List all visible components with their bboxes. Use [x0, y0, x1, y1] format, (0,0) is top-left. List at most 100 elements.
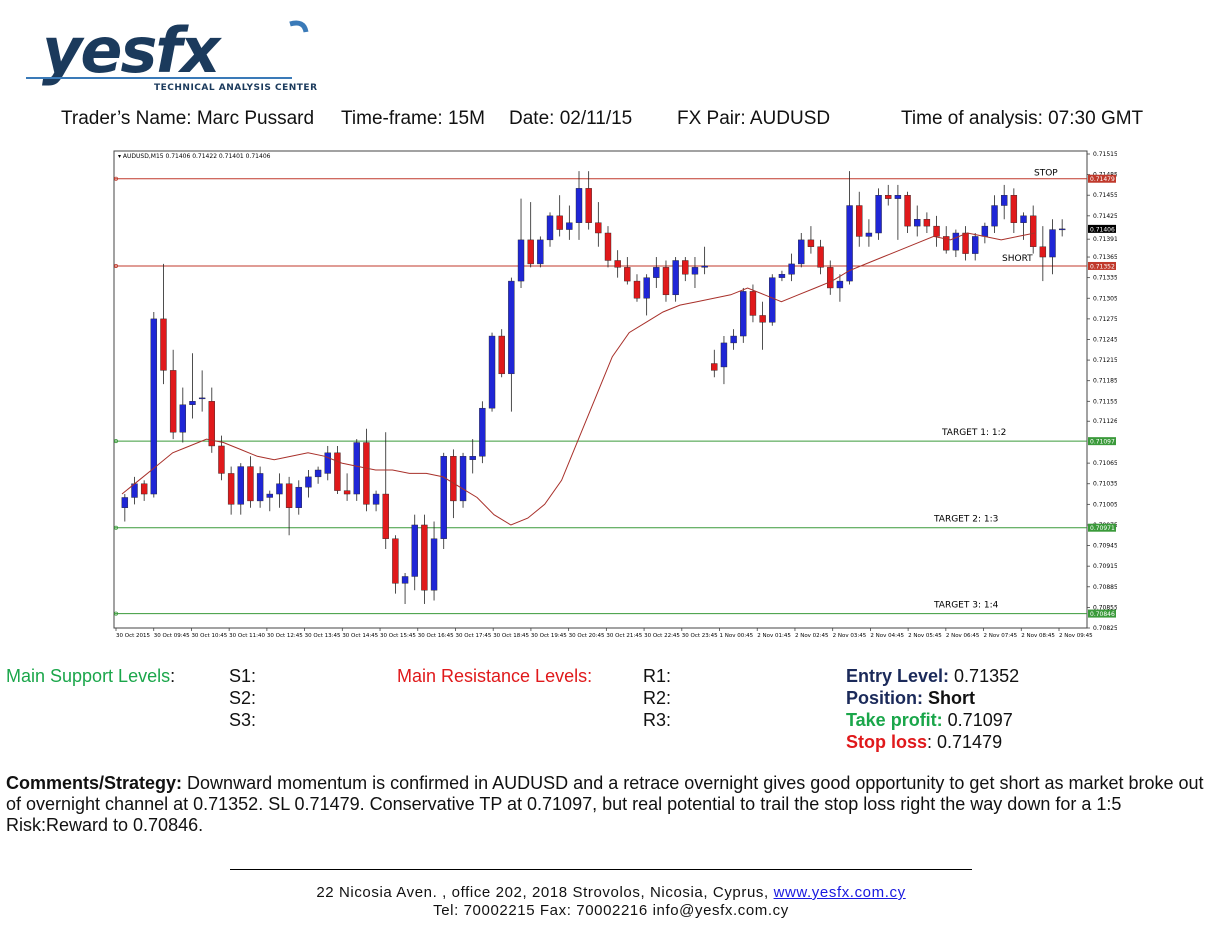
footer-contact: Tel: 70002215 Fax: 70002216 info@yesfx.c… — [433, 902, 789, 919]
candle-body — [314, 469, 322, 478]
candle-body — [875, 195, 882, 234]
y-tick-label: 0.71245 — [1093, 336, 1117, 343]
support-label: Main Support Levels — [6, 666, 171, 686]
y-tick-label: 0.71215 — [1093, 357, 1117, 364]
analysis-date: Date: 02/11/15 — [509, 108, 633, 129]
candle-body — [865, 232, 873, 237]
candle-body — [585, 188, 592, 223]
candle-body — [653, 267, 660, 278]
x-tick-label: 2 Nov 04:45 — [870, 633, 904, 639]
comments-strategy: Comments/Strategy: Downward momentum is … — [6, 773, 1220, 836]
candle-body — [643, 277, 650, 299]
x-tick-label: 2 Nov 07:45 — [984, 633, 1018, 639]
s3-label: S3: — [229, 710, 257, 730]
y-tick-label: 0.71425 — [1093, 213, 1117, 220]
take-profit: Take profit: 0.71097 — [846, 710, 1013, 731]
candle-body — [682, 260, 689, 275]
candle-body — [575, 188, 583, 223]
candle-body — [537, 239, 544, 265]
footer: 22 Nicosia Aven. , office 202, 2018 Stro… — [0, 884, 1222, 920]
candle-body — [140, 483, 148, 495]
r1-label: R1: — [643, 666, 672, 686]
x-tick-label: 30 Oct 09:45 — [154, 633, 190, 639]
candle-body — [1000, 195, 1008, 206]
entry-value: 0.71352 — [949, 666, 1020, 686]
candle-body — [923, 219, 931, 227]
candle-body — [227, 473, 235, 505]
candle-body — [856, 205, 863, 237]
candle-body — [827, 267, 834, 289]
candle-body — [247, 466, 254, 502]
candle-body — [972, 236, 979, 254]
candle-body — [633, 280, 641, 299]
entry-label: Entry Level: — [846, 666, 950, 686]
x-tick-label: 30 Oct 18:45 — [493, 633, 529, 639]
level-label: TARGET 1: 1:2 — [941, 428, 1006, 438]
support-heading: Main Support Levels: — [6, 666, 175, 687]
x-tick-label: 30 Oct 23:45 — [682, 633, 718, 639]
y-tick-label: 0.71065 — [1093, 460, 1117, 467]
candle-body — [1029, 215, 1037, 247]
entry-level: Entry Level: 0.71352 — [846, 666, 1019, 687]
candle-body — [981, 225, 989, 237]
fx-pair: FX Pair: AUDUSD — [677, 108, 831, 129]
candle-body — [614, 260, 621, 268]
y-tick-label: 0.71035 — [1093, 481, 1117, 488]
x-tick-label: 1 Nov 00:45 — [720, 633, 754, 639]
candle-body — [672, 260, 679, 296]
candle-body — [788, 263, 795, 275]
candle-body — [962, 232, 969, 254]
website-link[interactable]: www.yesfx.com.cy — [774, 884, 906, 901]
candle-body — [662, 267, 670, 296]
y-tick-label: 0.71126 — [1093, 418, 1117, 425]
candlestick-chart: ▾ AUDUSD,M15 0.71406 0.71422 0.71401 0.7… — [113, 150, 1117, 639]
candle-body — [759, 315, 766, 323]
symbol-header: ▾ AUDUSD,M15 0.71406 0.71422 0.71401 0.7… — [118, 153, 271, 160]
logo-swoosh — [289, 20, 309, 33]
candle-body — [546, 215, 554, 241]
candle-body — [556, 215, 563, 230]
candle-body — [169, 370, 177, 433]
candle-body — [749, 291, 757, 316]
candle-body — [933, 225, 940, 237]
y-tick-label: 0.70945 — [1093, 543, 1117, 550]
x-tick-label: 30 Oct 15:45 — [380, 633, 416, 639]
x-tick-label: 30 Oct 21:45 — [606, 633, 642, 639]
candle-body — [479, 407, 486, 457]
comments-label: Comments/Strategy: — [6, 773, 183, 793]
level-price-tag-text: 0.71479 — [1090, 176, 1115, 183]
x-tick-label: 30 Oct 2015 — [116, 633, 151, 639]
y-tick-label: 0.71335 — [1093, 275, 1117, 282]
x-tick-label: 30 Oct 13:45 — [305, 633, 341, 639]
y-tick-label: 0.70915 — [1093, 563, 1117, 570]
y-tick-label: 0.71275 — [1093, 316, 1117, 323]
candle-body — [459, 456, 467, 502]
position-value: Short — [923, 688, 975, 708]
candle-body — [1010, 195, 1018, 223]
y-tick-label: 0.71305 — [1093, 295, 1117, 302]
stop-loss: Stop loss: 0.71479 — [846, 732, 1002, 753]
x-tick-label: 30 Oct 10:45 — [191, 633, 227, 639]
candle-body — [324, 452, 331, 474]
x-tick-label: 30 Oct 17:45 — [455, 633, 491, 639]
trader-name: Trader’s Name: Marc Pussard — [61, 108, 315, 129]
candle-body — [198, 397, 206, 400]
candle-body — [401, 576, 409, 584]
candle-body — [411, 524, 418, 577]
level-price-tag-text: 0.71352 — [1090, 263, 1115, 270]
sl-value: : 0.71479 — [927, 732, 1003, 752]
candle-body — [334, 452, 341, 491]
y-tick-label: 0.70825 — [1093, 625, 1117, 632]
candle-body — [914, 219, 921, 227]
x-tick-label: 2 Nov 02:45 — [795, 633, 829, 639]
candle-body — [276, 483, 283, 495]
x-tick-label: 2 Nov 01:45 — [757, 633, 791, 639]
candle-body — [1039, 246, 1047, 258]
candle-body — [179, 404, 187, 433]
yesfx-logo: yesfx TECHNICAL ANALYSIS CENTER — [26, 14, 317, 93]
candle-body — [778, 274, 786, 278]
x-tick-label: 30 Oct 14:45 — [342, 633, 378, 639]
position: Position: Short — [846, 688, 975, 709]
candle-body — [450, 456, 457, 502]
s1-label: S1: — [229, 666, 257, 686]
